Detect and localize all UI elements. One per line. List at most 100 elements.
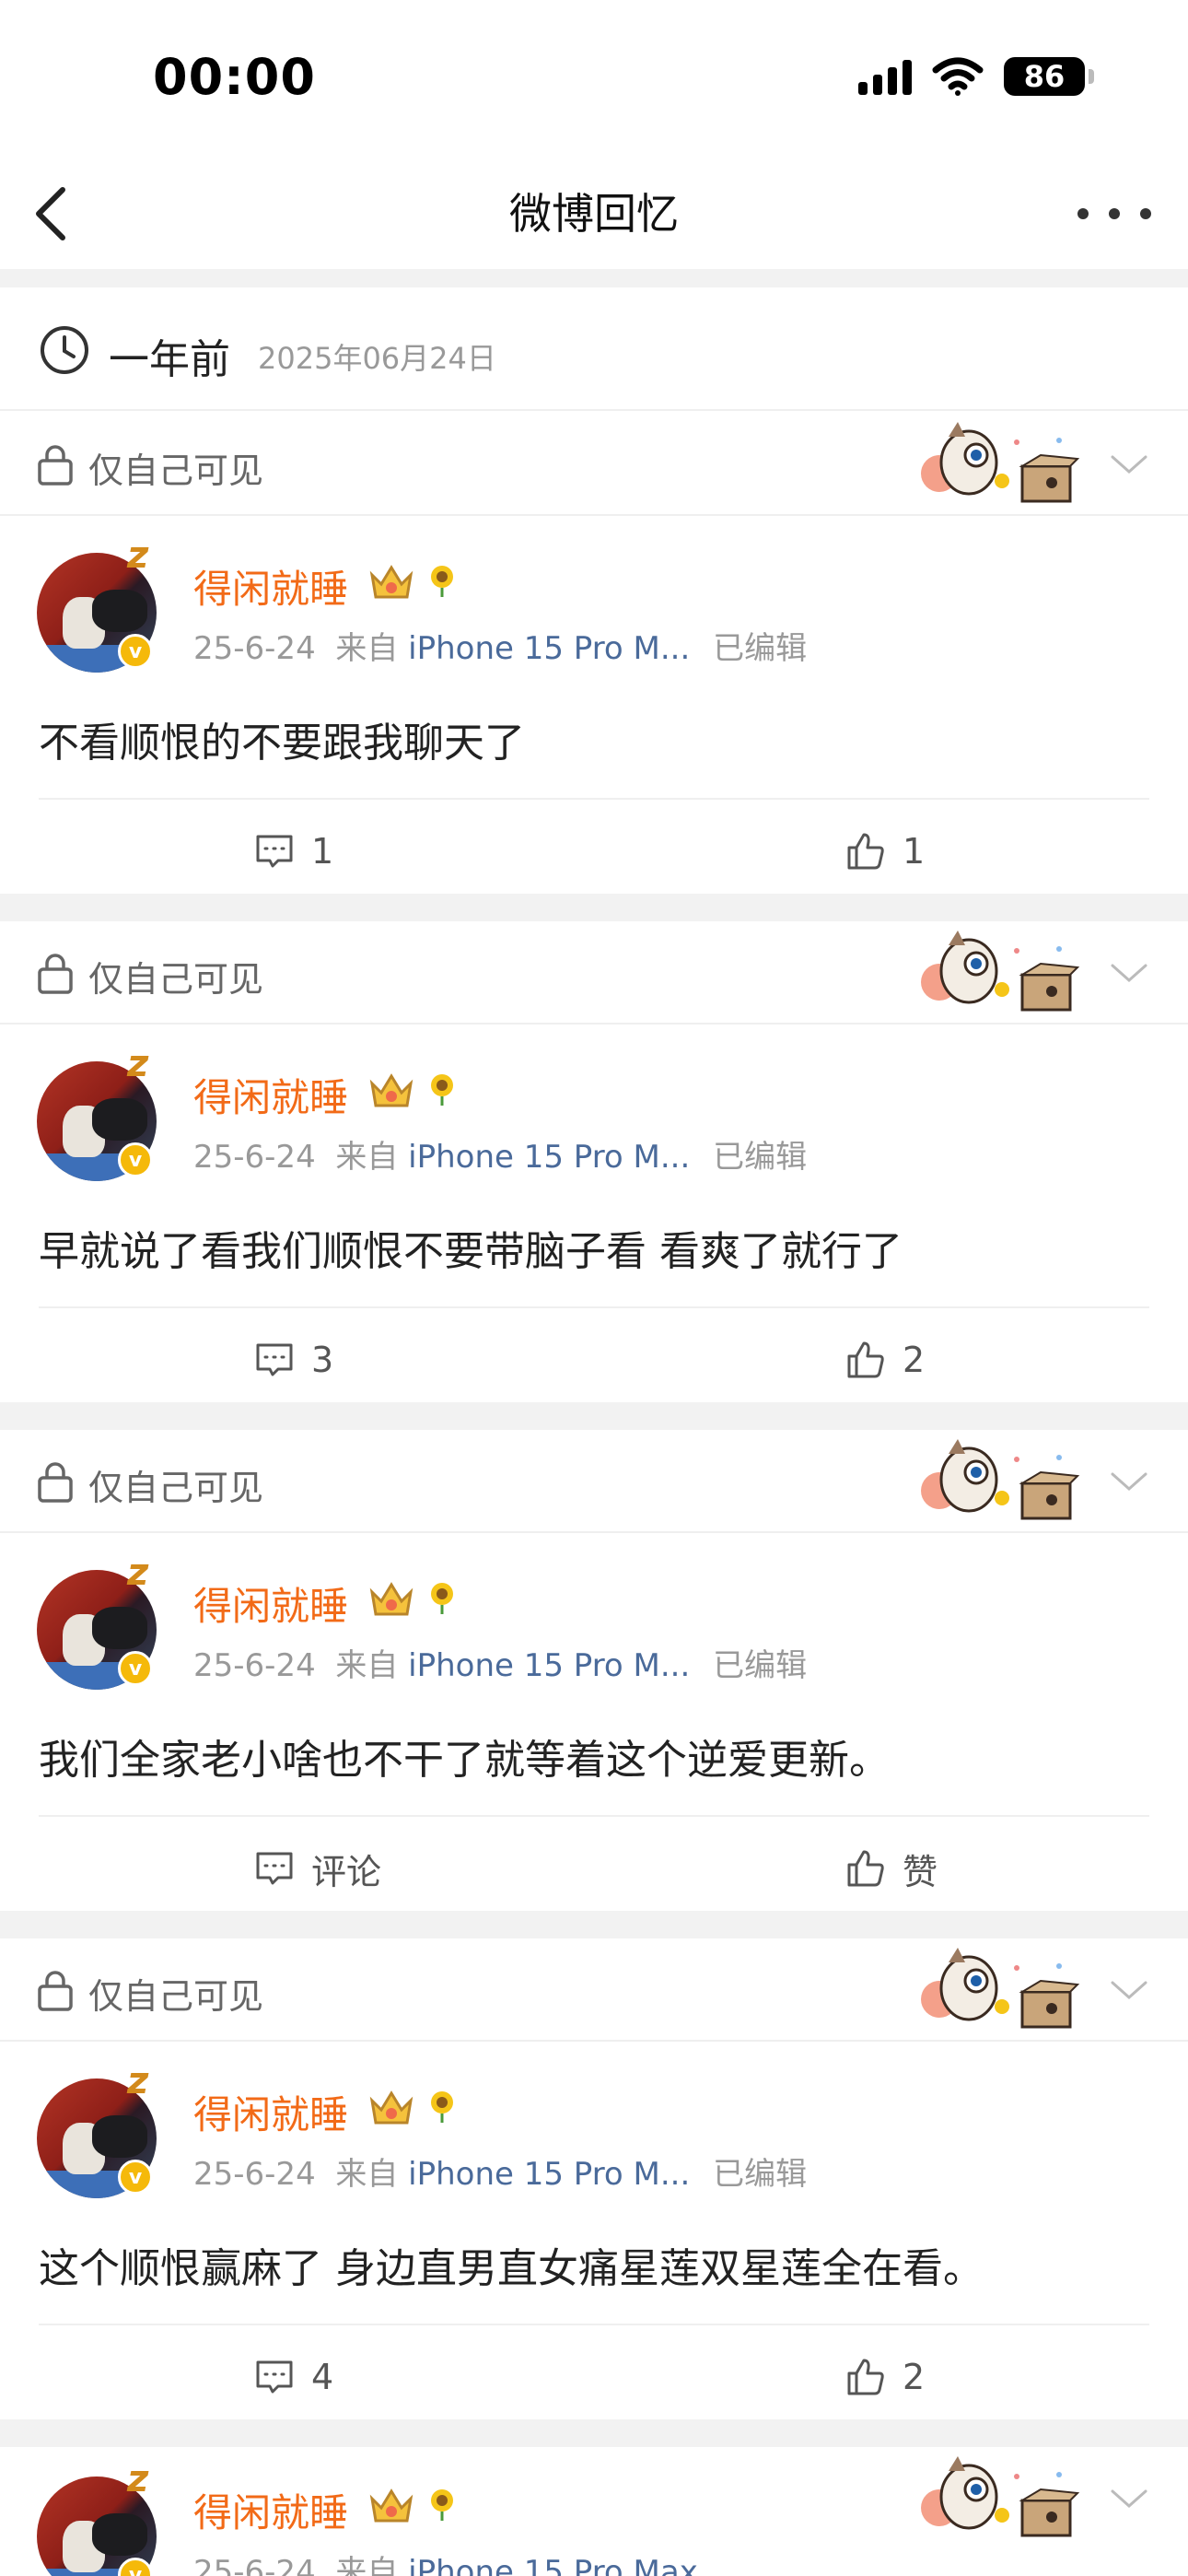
chevron-down-icon[interactable] [1109, 960, 1149, 986]
comment-icon [256, 835, 293, 868]
comment-icon [256, 1852, 293, 1885]
sleep-icon: z [127, 1043, 149, 1085]
comment-count: 评论 [311, 1851, 382, 1892]
comment-count: 1 [311, 831, 334, 872]
username[interactable]: 得闲就睡 [193, 1067, 348, 1123]
post-card: 仅自己可见 z v 得闲就睡 25-6-24 来自 iPhone 15 Pro … [0, 921, 1188, 1402]
signal-icon [858, 58, 912, 95]
status-time: 00:00 [153, 48, 316, 106]
visibility-label: 仅自己可见 [88, 451, 264, 491]
username[interactable]: 得闲就睡 [193, 2084, 348, 2140]
source-prefix: 来自 [335, 1647, 399, 1684]
crown-badge-icon [369, 2090, 413, 2125]
thumbs-up-icon [847, 1850, 884, 1887]
source-prefix: 来自 [335, 2554, 399, 2576]
post-meta: 25-6-24 来自 iPhone 15 Pro M... 已编辑 [193, 1640, 807, 1685]
card-separator [0, 894, 1188, 921]
comment-button[interactable]: 评论 [254, 1841, 381, 1896]
post-date: 25-6-24 [193, 1139, 316, 1176]
thumbs-up-icon [847, 833, 884, 870]
edited-label: 已编辑 [713, 1139, 808, 1176]
post-date: 25-6-24 [193, 2554, 316, 2576]
thumbs-up-icon [847, 1341, 884, 1378]
sleep-icon: z [127, 2060, 149, 2102]
thumbs-up-icon [847, 2359, 884, 2395]
lock-icon [38, 954, 73, 994]
avatar[interactable]: z v [37, 534, 157, 673]
post-meta: 25-6-24 来自 iPhone 15 Pro M... 已编辑 [193, 623, 807, 668]
comment-button[interactable]: 3 [254, 1332, 333, 1388]
sleep-icon: z [127, 1551, 149, 1594]
card-separator [0, 1911, 1188, 1938]
memory-header: 一年前 2025年06月24日 [0, 287, 1188, 411]
device-link[interactable]: iPhone 15 Pro M... [408, 1647, 690, 1684]
crown-badge-icon [369, 1582, 413, 1616]
visibility-row: 仅自己可见 [0, 1938, 1188, 2042]
card-separator [0, 2419, 1188, 2447]
comment-button[interactable]: 4 [254, 2349, 333, 2405]
post-meta: 25-6-24 来自 iPhone 15 Pro Max [193, 2547, 698, 2576]
memory-date: 2025年06月24日 [258, 341, 496, 376]
chevron-down-icon[interactable] [1109, 1977, 1149, 2003]
cat-sticker-icon [921, 1439, 1080, 1520]
more-dots-icon[interactable] [1077, 186, 1151, 241]
post-text: 早就说了看我们顺恨不要带脑子看 看爽了就行了 [39, 1228, 903, 1275]
source-prefix: 来自 [335, 2156, 399, 2193]
post-card: z v 得闲就睡 25-6-24 来自 iPhone 15 Pro Max [0, 2447, 1188, 2576]
clock-icon [41, 326, 88, 374]
avatar[interactable]: z v [37, 2060, 157, 2198]
sunflower-badge-icon [431, 566, 453, 597]
post-date: 25-6-24 [193, 1647, 316, 1684]
card-separator [0, 1402, 1188, 1430]
verified-badge-icon: v [118, 2160, 153, 2195]
crown-badge-icon [369, 565, 413, 599]
username[interactable]: 得闲就睡 [193, 558, 348, 615]
device-link[interactable]: iPhone 15 Pro M... [408, 630, 690, 667]
verified-badge-icon: v [118, 1651, 153, 1686]
comment-icon [256, 1343, 293, 1376]
chevron-down-icon[interactable] [1109, 2486, 1149, 2512]
like-button[interactable]: 1 [845, 824, 925, 879]
avatar[interactable]: z v [37, 1551, 157, 1690]
visibility-label: 仅自己可见 [88, 959, 264, 1000]
like-button[interactable]: 2 [845, 2349, 925, 2405]
visibility-row: 仅自己可见 [0, 1430, 1188, 1533]
action-divider [39, 798, 1149, 800]
sleep-icon: z [127, 534, 149, 577]
crown-badge-icon [369, 1073, 413, 1107]
comment-button[interactable]: 1 [254, 824, 333, 879]
edited-label: 已编辑 [713, 2156, 808, 2193]
visibility-label: 仅自己可见 [88, 1468, 264, 1508]
lock-icon [38, 1971, 73, 2011]
post-date: 25-6-24 [193, 2156, 316, 2193]
comment-icon [256, 2360, 293, 2394]
post-text: 不看顺恨的不要跟我聊天了 [39, 720, 525, 767]
chevron-down-icon[interactable] [1109, 1469, 1149, 1494]
cat-sticker-icon [921, 931, 1080, 1012]
username[interactable]: 得闲就睡 [193, 1575, 348, 1632]
avatar[interactable]: z v [37, 1043, 157, 1181]
post-text: 我们全家老小啥也不干了就等着这个逆爱更新。 [39, 1737, 890, 1784]
battery-icon: 86 [1004, 57, 1094, 96]
device-link[interactable]: iPhone 15 Pro Max [408, 2554, 698, 2576]
comment-count: 4 [311, 2357, 334, 2397]
cat-sticker-icon [921, 422, 1080, 503]
verified-badge-icon: v [118, 1142, 153, 1177]
visibility-row [0, 2447, 1188, 2550]
battery-level: 86 [1023, 59, 1066, 94]
chevron-down-icon[interactable] [1109, 451, 1149, 477]
edited-label: 已编辑 [713, 630, 808, 667]
comment-count: 3 [311, 1340, 334, 1380]
visibility-row: 仅自己可见 [0, 413, 1188, 516]
visibility-row: 仅自己可见 [0, 921, 1188, 1025]
device-link[interactable]: iPhone 15 Pro M... [408, 1139, 690, 1176]
device-link[interactable]: iPhone 15 Pro M... [408, 2156, 690, 2193]
post-meta: 25-6-24 来自 iPhone 15 Pro M... 已编辑 [193, 2149, 807, 2194]
verified-badge-icon: v [118, 634, 153, 669]
weibo-memory-page: 00:00 86 微博回忆 一年前 2025年06月24日 仅自己可见 z v … [0, 0, 1188, 2576]
like-button[interactable]: 赞 [845, 1841, 938, 1896]
post-card: 仅自己可见 z v 得闲就睡 25-6-24 来自 iPhone 15 Pro … [0, 1430, 1188, 1911]
section-separator [0, 269, 1188, 287]
like-button[interactable]: 2 [845, 1332, 925, 1388]
status-icons: 86 [858, 57, 1094, 96]
